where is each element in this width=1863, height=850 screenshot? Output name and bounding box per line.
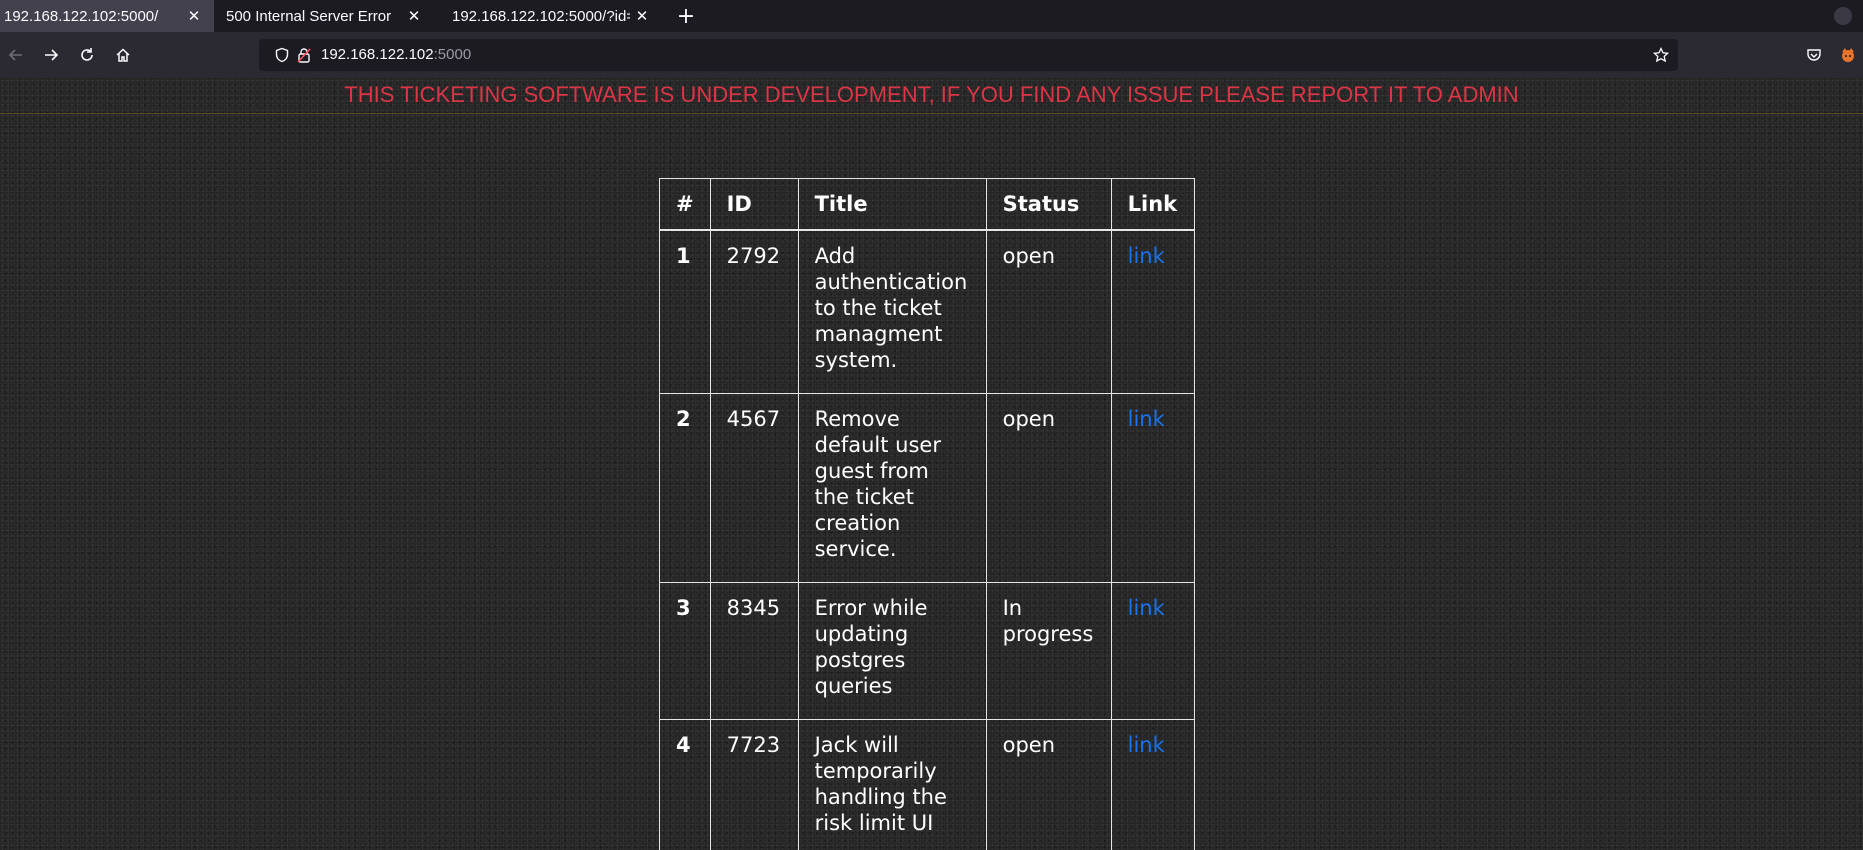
tab-strip: 192.168.122.102:5000/ ✕ 500 Internal Ser… <box>0 0 1863 32</box>
ticket-link[interactable]: link <box>1128 733 1165 757</box>
tab-home[interactable]: 192.168.122.102:5000/ ✕ <box>0 0 214 32</box>
ticket-link-cell: link <box>1110 719 1195 850</box>
table-row: 4 7723 Jack will temporarily handling th… <box>659 719 1195 850</box>
pocket-button[interactable] <box>1800 41 1828 69</box>
forward-button[interactable] <box>37 41 65 69</box>
ticket-id: 7723 <box>709 719 799 850</box>
page-content: THIS TICKETING SOFTWARE IS UNDER DEVELOP… <box>0 78 1863 850</box>
new-tab-button[interactable]: + <box>672 2 700 30</box>
table-header-row: # ID Title Status Link <box>659 178 1195 231</box>
ticket-title: Remove default user guest from the ticke… <box>797 393 987 583</box>
bookmark-star-icon[interactable] <box>1653 47 1669 63</box>
arrow-left-icon <box>8 49 22 61</box>
ticket-id: 4567 <box>709 393 799 583</box>
ticket-link[interactable]: link <box>1128 596 1165 620</box>
tickets-table: # ID Title Status Link 1 2792 Add authen… <box>659 178 1195 850</box>
ticket-title: Error while updating postgres queries <box>797 582 987 720</box>
close-icon[interactable]: ✕ <box>402 4 426 28</box>
shield-icon[interactable] <box>274 47 290 63</box>
close-icon[interactable]: ✕ <box>630 4 654 28</box>
column-header-title: Title <box>797 178 987 231</box>
reload-icon <box>81 48 93 61</box>
lock-insecure-icon[interactable] <box>296 47 312 63</box>
ticket-id: 8345 <box>709 582 799 720</box>
row-number: 2 <box>659 393 711 583</box>
row-number: 4 <box>659 719 711 850</box>
list-all-tabs-icon[interactable] <box>1834 7 1852 25</box>
development-warning-banner: THIS TICKETING SOFTWARE IS UNDER DEVELOP… <box>0 78 1863 114</box>
extension-button[interactable] <box>1834 41 1862 69</box>
row-number: 3 <box>659 582 711 720</box>
ticket-id: 2792 <box>709 229 799 394</box>
extension-fox-icon <box>1842 48 1854 62</box>
ticket-status: In progress <box>985 582 1112 720</box>
ticket-status: open <box>985 393 1112 583</box>
table-row: 3 8345 Error while updating postgres que… <box>659 582 1195 720</box>
ticket-title: Jack will temporarily handling the risk … <box>797 719 987 850</box>
home-button[interactable] <box>109 41 137 69</box>
ticket-link-cell: link <box>1110 229 1195 394</box>
table-row: 2 4567 Remove default user guest from th… <box>659 393 1195 583</box>
ticket-link-cell: link <box>1110 582 1195 720</box>
tab-label: 500 Internal Server Error <box>226 7 392 25</box>
home-icon <box>116 48 130 62</box>
address-bar[interactable]: 192.168.122.102:5000 <box>259 39 1678 71</box>
ticket-link[interactable]: link <box>1128 244 1165 268</box>
tab-label: 192.168.122.102:5000/?id=18 <box>452 7 630 25</box>
ticket-link-cell: link <box>1110 393 1195 583</box>
reload-button[interactable] <box>73 41 101 69</box>
url-port: :5000 <box>433 46 472 63</box>
url-text[interactable]: 192.168.122.102:5000 <box>321 46 471 63</box>
column-header-id: ID <box>709 178 799 231</box>
column-header-link: Link <box>1110 178 1195 231</box>
column-header-number: # <box>659 178 711 231</box>
table-row: 1 2792 Add authentication to the ticket … <box>659 229 1195 394</box>
ticket-title: Add authentication to the ticket managme… <box>797 229 987 394</box>
row-number: 1 <box>659 229 711 394</box>
ticket-status: open <box>985 719 1112 850</box>
ticket-status: open <box>985 229 1112 394</box>
navigation-toolbar: 192.168.122.102:5000 <box>0 32 1863 78</box>
back-button[interactable] <box>2 41 30 69</box>
arrow-right-icon <box>45 49 59 61</box>
pocket-icon <box>1807 49 1821 61</box>
url-host: 192.168.122.102 <box>321 46 434 63</box>
plus-icon: + <box>676 3 696 29</box>
ticket-link[interactable]: link <box>1128 407 1165 431</box>
tab-error[interactable]: 500 Internal Server Error ✕ <box>222 0 434 32</box>
tab-id-query[interactable]: 192.168.122.102:5000/?id=18 ✕ <box>448 0 662 32</box>
close-icon[interactable]: ✕ <box>182 4 206 28</box>
column-header-status: Status <box>985 178 1112 231</box>
tab-label: 192.168.122.102:5000/ <box>4 7 159 25</box>
